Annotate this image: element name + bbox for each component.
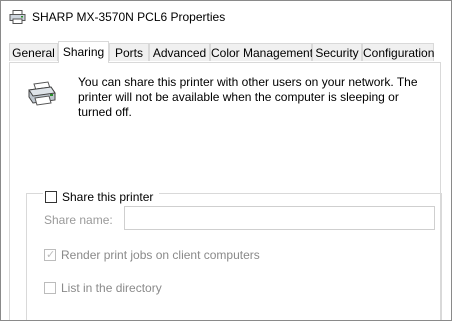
printer-icon	[9, 10, 26, 24]
share-printer-label: Share this printer	[62, 190, 154, 204]
tab-sharing[interactable]: Sharing	[58, 41, 109, 63]
sharing-info-text: You can share this printer with other us…	[78, 75, 418, 119]
tab-security[interactable]: Security	[312, 43, 362, 61]
tab-ports[interactable]: Ports	[109, 43, 149, 61]
list-directory-option[interactable]: List in the directory	[44, 281, 162, 295]
tab-configuration[interactable]: Configuration	[362, 43, 434, 61]
list-directory-label: List in the directory	[61, 281, 162, 295]
render-jobs-label: Render print jobs on client computers	[61, 248, 260, 262]
tab-advanced[interactable]: Advanced	[149, 43, 210, 61]
share-printer-option[interactable]: Share this printer	[43, 189, 160, 205]
list-directory-checkbox[interactable]	[44, 282, 56, 294]
title-bar[interactable]: SHARP MX-3570N PCL6 Properties	[1, 1, 451, 33]
render-jobs-option[interactable]: ✓ Render print jobs on client computers	[44, 248, 260, 262]
share-printer-checkbox[interactable]	[45, 191, 57, 203]
checkmark-icon: ✓	[46, 249, 56, 261]
render-jobs-checkbox[interactable]: ✓	[44, 249, 56, 261]
share-name-input[interactable]	[124, 206, 435, 230]
sharing-panel: You can share this printer with other us…	[9, 62, 442, 320]
printer-properties-window: SHARP MX-3570N PCL6 Properties General S…	[0, 0, 452, 321]
tab-strip: General Sharing Ports Advanced Color Man…	[1, 41, 451, 63]
tab-general[interactable]: General	[9, 43, 58, 61]
share-name-label: Share name:	[44, 213, 113, 227]
tab-color-management[interactable]: Color Management	[210, 43, 313, 61]
window-title: SHARP MX-3570N PCL6 Properties	[32, 10, 226, 24]
printer-icon	[28, 81, 56, 106]
